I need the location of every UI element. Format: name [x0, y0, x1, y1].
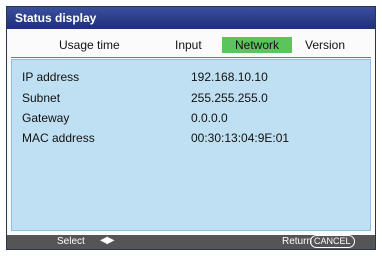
ip-address-value: 192.168.10.10	[191, 70, 268, 84]
return-hint-label: Return	[282, 236, 313, 247]
status-display-window: Status display Usage time Input Network …	[6, 6, 376, 250]
subnet-value: 255.255.255.0	[191, 91, 268, 105]
tab-divider	[11, 57, 371, 58]
left-right-arrows-icon: ◀▶	[100, 235, 114, 246]
info-row-subnet: Subnet 255.255.255.0	[12, 91, 370, 107]
footer-bar: Select ◀▶ Return CANCEL	[7, 235, 375, 249]
tab-input[interactable]: Input	[175, 37, 202, 53]
mac-address-value: 00:30:13:04:9E:01	[191, 131, 290, 145]
info-row-gateway: Gateway 0.0.0.0	[12, 111, 370, 127]
info-row-mac-address: MAC address 00:30:13:04:9E:01	[12, 131, 370, 147]
gateway-label: Gateway	[22, 111, 70, 125]
window-title: Status display	[15, 11, 97, 25]
network-info-panel: IP address 192.168.10.10 Subnet 255.255.…	[11, 59, 371, 231]
tab-network[interactable]: Network	[222, 37, 292, 53]
select-hint-label: Select	[57, 236, 85, 247]
cancel-key-badge[interactable]: CANCEL	[310, 235, 355, 248]
gateway-value: 0.0.0.0	[191, 111, 228, 125]
mac-address-label: MAC address	[22, 131, 95, 145]
subnet-label: Subnet	[22, 91, 61, 105]
ip-address-label: IP address	[22, 70, 80, 84]
tab-version[interactable]: Version	[305, 37, 345, 53]
info-row-ip-address: IP address 192.168.10.10	[12, 70, 370, 86]
tab-usage-time[interactable]: Usage time	[59, 37, 120, 53]
title-bar: Status display	[7, 7, 375, 29]
tab-bar: Usage time Input Network Version	[7, 37, 375, 53]
